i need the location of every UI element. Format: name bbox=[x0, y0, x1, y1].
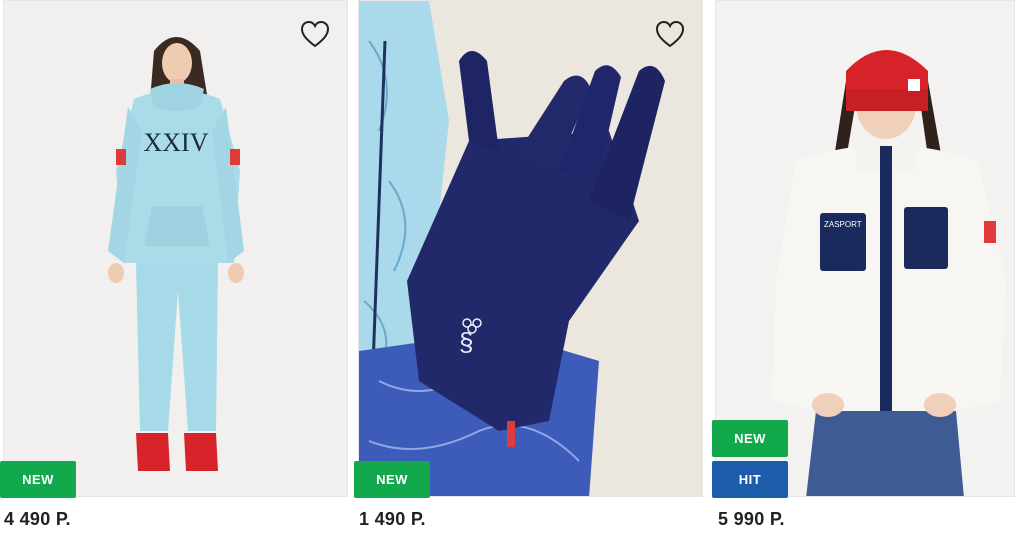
favorite-button[interactable] bbox=[299, 19, 331, 49]
badge-hit: HIT bbox=[712, 461, 788, 498]
hoodie-print-text: XXIV bbox=[144, 128, 209, 157]
product-image[interactable]: XXIV bbox=[3, 0, 348, 497]
product-price: 5 990 Р. bbox=[718, 509, 785, 529]
jacket-logo-text: ZASPORT bbox=[824, 220, 862, 229]
heart-outline-icon bbox=[300, 20, 330, 48]
model-photo-illustration: XXIV bbox=[108, 37, 244, 471]
badge-new: NEW bbox=[354, 461, 430, 498]
product-card[interactable]: § NEW 1 490 Р. bbox=[354, 0, 703, 537]
gloves-photo-illustration: § bbox=[359, 1, 665, 496]
product-card[interactable]: ZASPORT NEW HIT 5 990 Р. bbox=[712, 0, 1015, 537]
svg-text:§: § bbox=[459, 327, 473, 357]
product-price: 4 490 Р. bbox=[4, 509, 71, 529]
product-price: 1 490 Р. bbox=[359, 509, 426, 529]
badge-new: NEW bbox=[0, 461, 76, 498]
favorite-button[interactable] bbox=[654, 19, 686, 49]
heart-outline-icon bbox=[655, 20, 685, 48]
badge-new: NEW bbox=[712, 420, 788, 457]
product-card[interactable]: XXIV NEW 4 490 Р. bbox=[0, 0, 348, 537]
product-image[interactable]: § bbox=[358, 0, 703, 497]
